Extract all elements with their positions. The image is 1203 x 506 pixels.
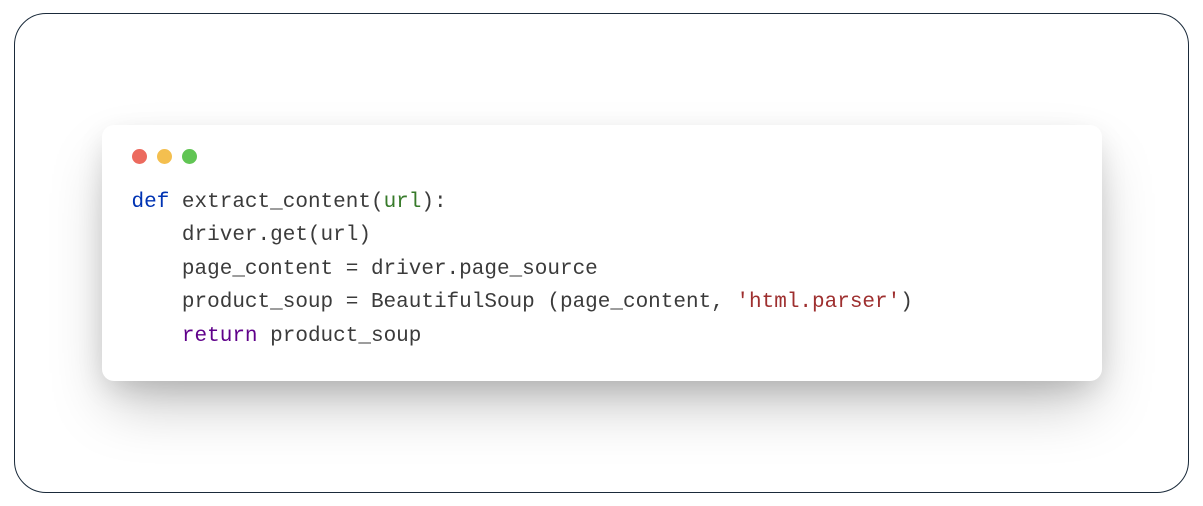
code-line: driver.get(url) [132,224,371,247]
keyword-return: return [182,325,258,348]
traffic-lights [132,149,1072,164]
minimize-icon [157,149,172,164]
code-window: def extract_content(url): driver.get(url… [102,125,1102,382]
keyword-def: def [132,191,170,214]
return-value: product_soup [258,325,422,348]
parameter: url [384,191,422,214]
code-block: def extract_content(url): driver.get(url… [132,186,1072,354]
code-line: page_content = driver.page_source [132,258,598,281]
outer-frame: def extract_content(url): driver.get(url… [14,13,1189,493]
function-name: extract_content [182,191,371,214]
code-line: product_soup = BeautifulSoup (page_conte… [132,291,737,314]
close-icon [132,149,147,164]
string-literal: 'html.parser' [736,291,900,314]
code-line: ) [900,291,913,314]
maximize-icon [182,149,197,164]
